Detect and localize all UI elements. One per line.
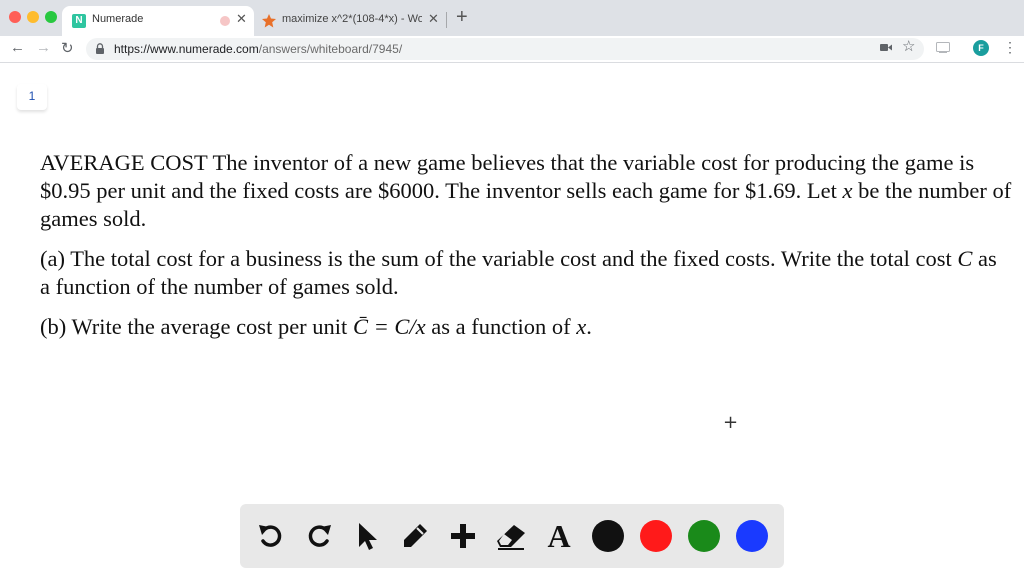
part-b-period: .	[586, 314, 592, 339]
pencil-icon[interactable]	[398, 519, 432, 553]
url-text: https://www.numerade.com/answers/whitebo…	[114, 42, 402, 56]
part-b-text: (b) Write the average cost per unit	[40, 314, 353, 339]
pointer-icon[interactable]	[350, 519, 384, 553]
tab-wolfram[interactable]: maximize x^2*(108-4*x) - Wolfr ✕	[256, 6, 446, 36]
crosshair-cursor: +	[723, 412, 739, 433]
address-bar[interactable]: https://www.numerade.com/answers/whitebo…	[86, 38, 924, 60]
lock-icon	[96, 43, 104, 54]
part-a-text: (a) The total cost for a business is the…	[40, 246, 958, 271]
tab-title: maximize x^2*(108-4*x) - Wolfr	[282, 13, 422, 25]
url-path: /answers/whiteboard/7945/	[258, 42, 403, 56]
maximize-window-button[interactable]	[45, 11, 57, 23]
tab-title: Numerade	[92, 13, 144, 25]
undo-icon[interactable]	[254, 519, 288, 553]
close-tab-icon[interactable]: ✕	[236, 11, 247, 27]
problem-part-a: (a) The total cost for a business is the…	[40, 245, 1012, 301]
part-b-text-mid: as a function of	[425, 314, 577, 339]
problem-part-b: (b) Write the average cost per unit C̄ =…	[40, 313, 1012, 341]
color-swatch-red[interactable]	[640, 520, 672, 552]
variable-x: x	[842, 178, 853, 203]
drawing-toolbar: A	[240, 504, 784, 568]
forward-arrow-icon[interactable]: →	[36, 39, 51, 56]
reload-icon[interactable]: ↻	[61, 39, 74, 57]
color-swatch-green[interactable]	[688, 520, 720, 552]
recording-indicator-icon	[220, 16, 230, 26]
wolfram-icon	[262, 14, 276, 28]
variable-x: x	[576, 314, 587, 339]
tab-divider	[446, 12, 447, 28]
variable-c: C	[957, 246, 973, 271]
problem-text: AVERAGE COST The inventor of a new game …	[40, 149, 1012, 353]
cast-icon[interactable]	[936, 42, 950, 53]
browser-toolbar: ← → ↻ https://www.numerade.com/answers/w…	[0, 36, 1024, 63]
close-window-button[interactable]	[9, 11, 21, 23]
average-cost-formula: C̄ = C/x	[352, 314, 426, 339]
tab-numerade[interactable]: N Numerade ✕	[62, 6, 254, 36]
minimize-window-button[interactable]	[27, 11, 39, 23]
camera-icon[interactable]	[880, 43, 892, 52]
new-tab-button[interactable]: +	[456, 6, 468, 29]
close-tab-icon[interactable]: ✕	[428, 11, 439, 27]
color-swatch-black[interactable]	[592, 520, 624, 552]
kebab-menu-icon[interactable]: ⋮	[1003, 40, 1017, 54]
redo-icon[interactable]	[302, 519, 336, 553]
page-number-badge[interactable]: 1	[17, 84, 47, 110]
bookmark-star-icon[interactable]: ☆	[902, 37, 915, 55]
url-host: https://www.numerade.com	[114, 42, 259, 56]
tab-strip: N Numerade ✕ maximize x^2*(108-4*x) - Wo…	[0, 0, 1024, 36]
plus-icon[interactable]	[446, 519, 480, 553]
text-icon[interactable]: A	[542, 519, 576, 553]
problem-intro: AVERAGE COST The inventor of a new game …	[40, 149, 1012, 233]
numerade-icon: N	[72, 14, 86, 28]
eraser-icon[interactable]	[494, 519, 528, 553]
color-swatch-blue[interactable]	[736, 520, 768, 552]
profile-avatar[interactable]: F	[973, 40, 989, 56]
back-arrow-icon[interactable]: ←	[10, 39, 25, 56]
intro-text: AVERAGE COST The inventor of a new game …	[40, 150, 975, 203]
